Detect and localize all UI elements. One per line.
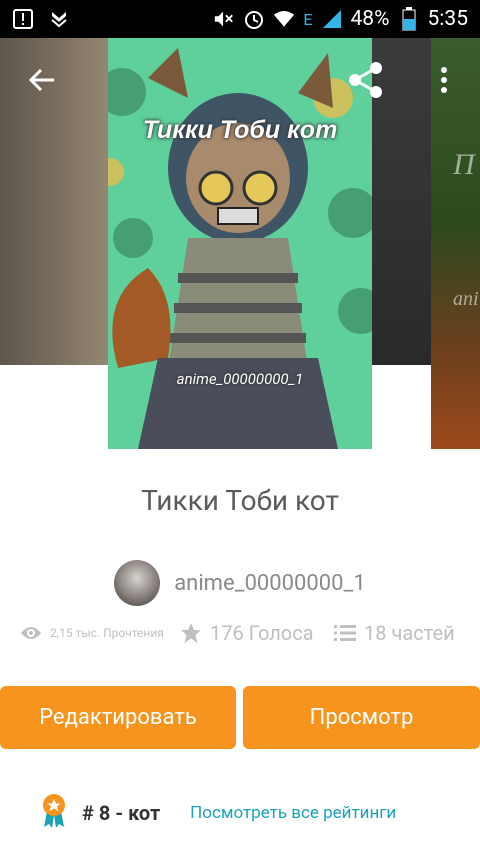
star-icon: [181, 623, 201, 643]
reads-stat: 2,15 тыс. Прочтения: [20, 625, 164, 641]
back-button[interactable]: [26, 64, 58, 96]
battery-percent: 48%: [350, 7, 390, 31]
more-vert-icon: [441, 67, 447, 93]
eye-icon: [21, 627, 41, 639]
cover-author-text: anime_00000000_1: [176, 370, 304, 388]
network-type: E: [303, 9, 313, 29]
back-arrow-icon: [28, 68, 54, 92]
next-cover-title: П: [453, 148, 475, 181]
view-button[interactable]: Просмотр: [243, 686, 480, 749]
more-options-button[interactable]: [436, 64, 452, 96]
ranking-row: # 8 - кот Посмотреть все рейтинги: [0, 790, 480, 836]
alert-icon: [12, 8, 34, 30]
share-icon: [349, 62, 382, 98]
share-button[interactable]: [346, 60, 386, 100]
next-cover[interactable]: П ani: [431, 38, 480, 449]
wifi-icon: [273, 8, 295, 30]
cover-carousel[interactable]: П ani Тикки Тоби кот anime_00000000_1: [0, 38, 480, 449]
story-title: Тикки Тоби кот: [141, 484, 339, 517]
reads-count: 2,15 тыс. Прочтения: [50, 626, 164, 640]
battery-icon: [398, 7, 420, 31]
next-cover-author: ani: [453, 288, 479, 310]
mute-icon: [213, 8, 235, 30]
votes-stat: 176 Голоса: [180, 621, 314, 645]
author-row[interactable]: anime_00000000_1: [0, 560, 480, 606]
author-avatar[interactable]: [114, 560, 161, 606]
cover-title-text: Тикки Тоби кот: [142, 116, 338, 144]
signal-icon: [321, 8, 343, 30]
votes-count: 176 Голоса: [210, 621, 314, 645]
edit-button[interactable]: Редактировать: [0, 686, 236, 749]
list-icon: [334, 625, 356, 641]
ranking-badge-icon: [40, 793, 68, 833]
parts-count: 18 частей: [364, 621, 455, 645]
alarm-icon: [243, 8, 265, 30]
author-name[interactable]: anime_00000000_1: [174, 571, 366, 596]
ranking-text: # 8 - кот: [82, 801, 161, 825]
clock: 5:35: [427, 7, 469, 31]
all-rankings-link[interactable]: Посмотреть все рейтинги: [190, 803, 396, 823]
download-icon: [48, 8, 70, 30]
status-bar: E 48% 5:35: [0, 0, 480, 38]
story-cover[interactable]: Тикки Тоби кот anime_00000000_1: [108, 38, 372, 449]
parts-stat: 18 частей: [334, 621, 455, 645]
